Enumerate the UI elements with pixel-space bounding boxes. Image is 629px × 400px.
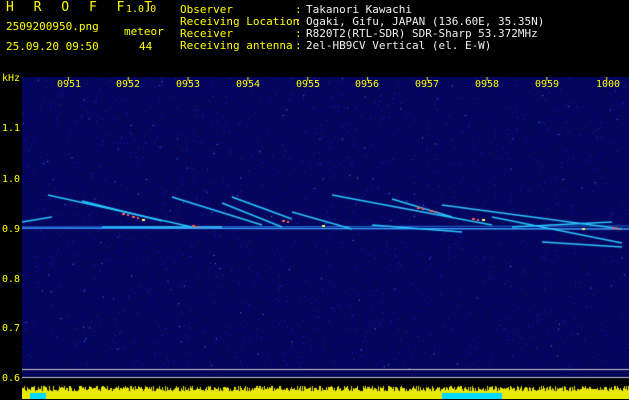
x-tick-0958: 0958 xyxy=(475,80,499,90)
antenna-label: Receiving antenna xyxy=(180,40,293,52)
y-tick-1-1: 1.1 xyxy=(2,124,20,134)
y-tick-1-0: 1.0 xyxy=(2,175,20,185)
timestamp: 25.09.20 09:50 xyxy=(6,41,99,53)
x-tick-0955: 0955 xyxy=(296,80,320,90)
antenna-colon: : xyxy=(295,40,302,52)
y-unit-label: kHz xyxy=(2,74,20,84)
y-tick-0-9: 0.9 xyxy=(2,225,20,235)
x-tick-0959: 0959 xyxy=(535,80,559,90)
file-name: 2509200950.png xyxy=(6,21,99,33)
header-panel: H R O F F T 1.0.0 2509200950.png 25.09.2… xyxy=(0,0,629,76)
antenna-value: 2el-HB9CV Vertical (el. E-W) xyxy=(306,40,491,52)
y-tick-0-8: 0.8 xyxy=(2,275,20,285)
y-tick-0-7: 0.7 xyxy=(2,324,20,334)
spectrogram-plot xyxy=(22,77,629,399)
x-tick-0956: 0956 xyxy=(355,80,379,90)
x-tick-0951: 0951 xyxy=(57,80,81,90)
y-tick-0-6: 0.6 xyxy=(2,374,20,384)
meteor-count: 44 xyxy=(139,41,152,53)
x-tick-0957: 0957 xyxy=(415,80,439,90)
x-tick-0953: 0953 xyxy=(176,80,200,90)
x-tick-1000: 1000 xyxy=(596,80,620,90)
meteor-label: meteor xyxy=(124,26,164,38)
app-version: 1.0.0 xyxy=(126,4,156,16)
x-tick-0954: 0954 xyxy=(236,80,260,90)
x-tick-0952: 0952 xyxy=(116,80,140,90)
